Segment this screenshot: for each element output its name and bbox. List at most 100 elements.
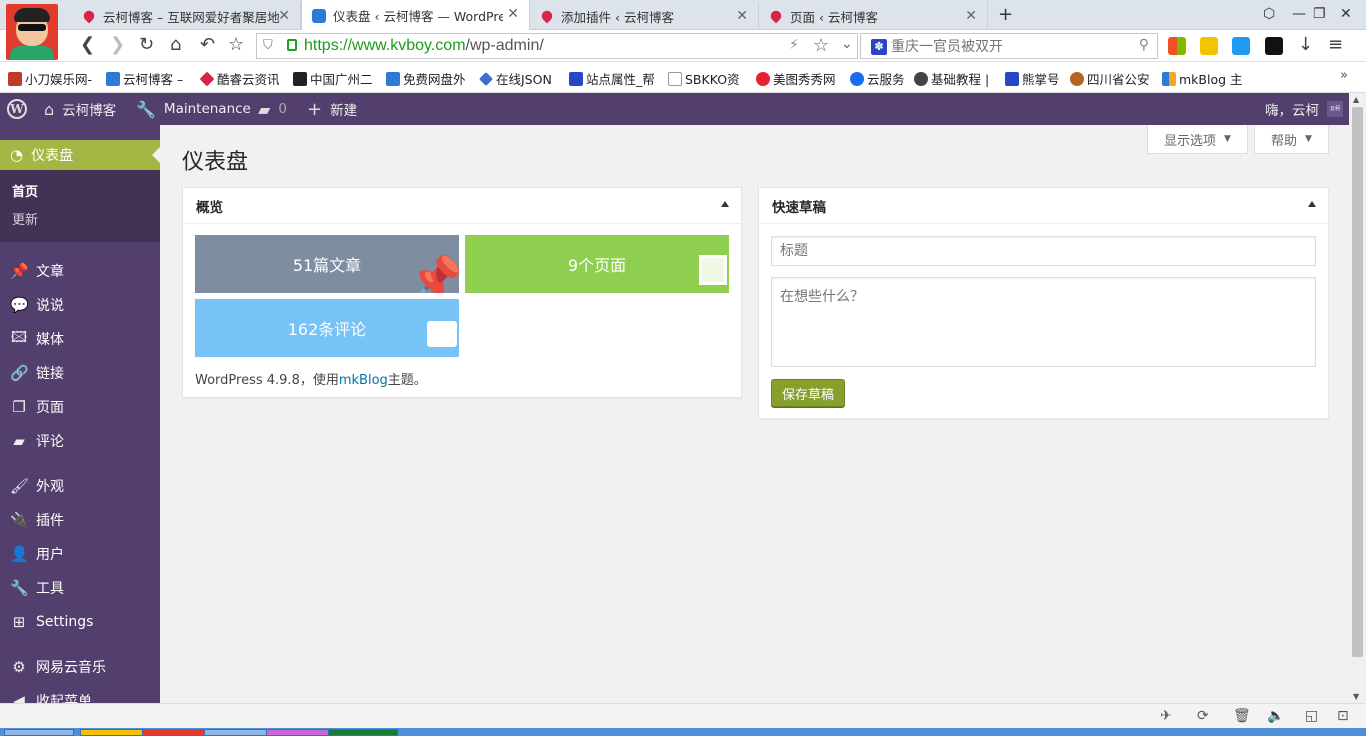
collapse-toggle-icon[interactable] [721, 201, 729, 207]
sidebar-item-posts[interactable]: 📌 文章 [0, 256, 160, 286]
bookmark-item[interactable]: 免费网盘外 [386, 69, 466, 88]
bookmark-item[interactable]: SBKKO资 [668, 69, 740, 88]
search-box[interactable]: ✽ ⚲ [860, 33, 1158, 59]
adminbar-comments[interactable]: ▰ 0 [258, 93, 287, 125]
bookmark-item[interactable]: 美图秀秀网 [756, 69, 836, 88]
adminbar-maintenance[interactable]: 🔧 Maintenance [136, 93, 251, 125]
taskbar-item[interactable] [4, 729, 74, 736]
reload-icon[interactable]: ↻ [139, 35, 154, 55]
close-window-button[interactable]: ✕ [1340, 6, 1352, 22]
posts-count-tile[interactable]: 51篇文章 📌 [195, 235, 459, 293]
maximize-button[interactable]: ❐ [1313, 6, 1326, 22]
bookmark-item[interactable]: 云柯博客 – [106, 69, 183, 88]
taskbar-item[interactable] [328, 729, 398, 736]
favorite-star-icon[interactable]: ☆ [813, 35, 829, 56]
close-tab-icon[interactable]: ✕ [736, 8, 748, 24]
window-icon[interactable]: ◱ [1305, 708, 1318, 724]
taskbar-item[interactable] [142, 729, 212, 736]
sidebar-item-shuoshuo[interactable]: 💬 说说 [0, 290, 160, 320]
sidebar-item-plugins[interactable]: 🔌 插件 [0, 505, 160, 535]
sidebar-item-links[interactable]: 🔗 链接 [0, 358, 160, 388]
sidebar-item-appearance[interactable]: 🖌 外观 [0, 471, 160, 501]
submenu-home[interactable]: 首页 [12, 181, 38, 200]
extension-icon[interactable] [1200, 37, 1218, 55]
taskbar-item[interactable] [266, 729, 336, 736]
browser-tab[interactable]: 添加插件 ‹ 云柯博客 ✕ [530, 2, 759, 30]
comments-count-tile[interactable]: 162条评论 [195, 299, 459, 357]
adminbar-account[interactable]: 嗨，云柯 云柯 [1265, 93, 1343, 125]
sidebar-item-comments[interactable]: ▰ 评论 [0, 426, 160, 456]
widget-header[interactable]: 快速草稿 [759, 188, 1328, 224]
undo-icon[interactable]: ↶ [200, 35, 215, 55]
close-tab-icon[interactable]: ✕ [278, 8, 290, 24]
pages-count-tile[interactable]: 9个页面 [465, 235, 729, 293]
page-scrollbar[interactable]: ▲ ▼ [1349, 93, 1366, 703]
pin-icon[interactable]: ✈ [1160, 708, 1172, 724]
search-icon[interactable]: ⚲ [1139, 37, 1149, 53]
new-tab-button[interactable]: + [998, 4, 1013, 25]
browser-user-avatar[interactable] [6, 4, 58, 60]
adminbar-new[interactable]: + 新建 [307, 93, 357, 125]
bookmark-item[interactable]: 熊掌号 [1005, 69, 1060, 88]
scroll-up-icon[interactable]: ▲ [1353, 95, 1359, 104]
close-tab-icon[interactable]: ✕ [965, 8, 977, 24]
help-button[interactable]: 帮助 ▼ [1254, 125, 1329, 154]
screen-options-button[interactable]: 显示选项 ▼ [1147, 125, 1248, 154]
menu-icon[interactable]: ≡ [1328, 35, 1343, 55]
taskbar-item[interactable] [80, 729, 150, 736]
collapse-toggle-icon[interactable] [1308, 201, 1316, 207]
close-tab-icon[interactable]: ✕ [507, 6, 519, 22]
back-icon[interactable]: ❮ [80, 35, 95, 55]
download-icon[interactable]: ↓ [1298, 35, 1313, 55]
trash-icon[interactable]: 🗑 [1233, 708, 1251, 724]
minimize-button[interactable]: — [1292, 6, 1306, 22]
draft-content-textarea[interactable] [771, 277, 1316, 367]
address-bar[interactable]: ⛉ https://www.kvboy.com/wp-admin/ ⚡ ☆ ⌄ [256, 33, 858, 59]
more-bookmarks-button[interactable]: » [1340, 68, 1348, 83]
bookmark-item[interactable]: mkBlog 主 [1162, 69, 1243, 88]
save-draft-button[interactable]: 保存草稿 [771, 379, 845, 407]
url-text[interactable]: https://www.kvboy.com/wp-admin/ [304, 37, 544, 55]
bookmark-item[interactable]: 在线JSON [479, 69, 552, 88]
bookmark-item[interactable]: 中国广州二 [293, 69, 373, 88]
refresh-icon[interactable]: ⟳ [1197, 708, 1209, 724]
browser-tab[interactable]: 云柯博客 – 互联网爱好者聚居地 ✕ [72, 2, 301, 30]
widget-header[interactable]: 概览 [183, 188, 741, 224]
tiktok-icon[interactable] [1265, 37, 1283, 55]
submenu-updates[interactable]: 更新 [12, 209, 38, 228]
wordpress-logo-icon[interactable]: W [7, 93, 27, 125]
speaker-icon[interactable]: 🔈 [1267, 708, 1284, 724]
browser-tab[interactable]: 页面 ‹ 云柯博客 ✕ [759, 2, 988, 30]
browser-tab-active[interactable]: 仪表盘 ‹ 云柯博客 — WordPress ✕ [301, 0, 530, 31]
sidebar-item-tools[interactable]: 🔧 工具 [0, 573, 160, 603]
lightning-icon[interactable]: ⚡ [789, 37, 799, 53]
draft-title-input[interactable] [771, 236, 1316, 266]
home-icon[interactable]: ⌂ [170, 35, 181, 55]
bookmark-star-icon[interactable]: ☆ [228, 35, 244, 55]
sidebar-item-netease-music[interactable]: ⚙ 网易云音乐 [0, 652, 160, 682]
apps-grid-icon[interactable] [1168, 37, 1186, 55]
theme-link[interactable]: mkBlog [339, 373, 388, 388]
sidebar-item-media[interactable]: 🖾 媒体 [0, 324, 160, 354]
sidebar-item-dashboard[interactable]: ◔ 仪表盘 [0, 140, 160, 170]
skin-icon[interactable]: ⬡ [1263, 6, 1275, 22]
scroll-down-icon[interactable]: ▼ [1353, 692, 1359, 701]
bookmark-item[interactable]: 云服务 [850, 69, 905, 88]
zoom-icon[interactable]: ⊡ [1337, 708, 1349, 724]
sidebar-item-collapse[interactable]: ◀ 收起菜单 [0, 686, 160, 703]
taskbar-item[interactable] [204, 729, 274, 736]
sidebar-item-users[interactable]: 👤 用户 [0, 539, 160, 569]
bookmark-item[interactable]: 小刀娱乐网- [8, 69, 92, 88]
bookmark-item[interactable]: 酷睿云资讯 [199, 69, 280, 88]
adblock-icon[interactable] [1232, 37, 1250, 55]
forward-icon[interactable]: ❯ [110, 35, 125, 55]
chevron-down-icon[interactable]: ⌄ [841, 36, 853, 52]
bookmark-item[interactable]: 四川省公安 [1070, 69, 1150, 88]
bookmark-item[interactable]: 基础教程 | [914, 69, 989, 88]
search-input[interactable] [891, 35, 1131, 57]
scrollbar-thumb[interactable] [1352, 107, 1363, 657]
adminbar-site-name[interactable]: ⌂ 云柯博客 [44, 93, 116, 125]
sidebar-item-pages[interactable]: ❐ 页面 [0, 392, 160, 422]
sidebar-item-settings[interactable]: ⊞ Settings [0, 607, 160, 637]
bookmark-item[interactable]: 站点属性_帮 [569, 69, 655, 88]
